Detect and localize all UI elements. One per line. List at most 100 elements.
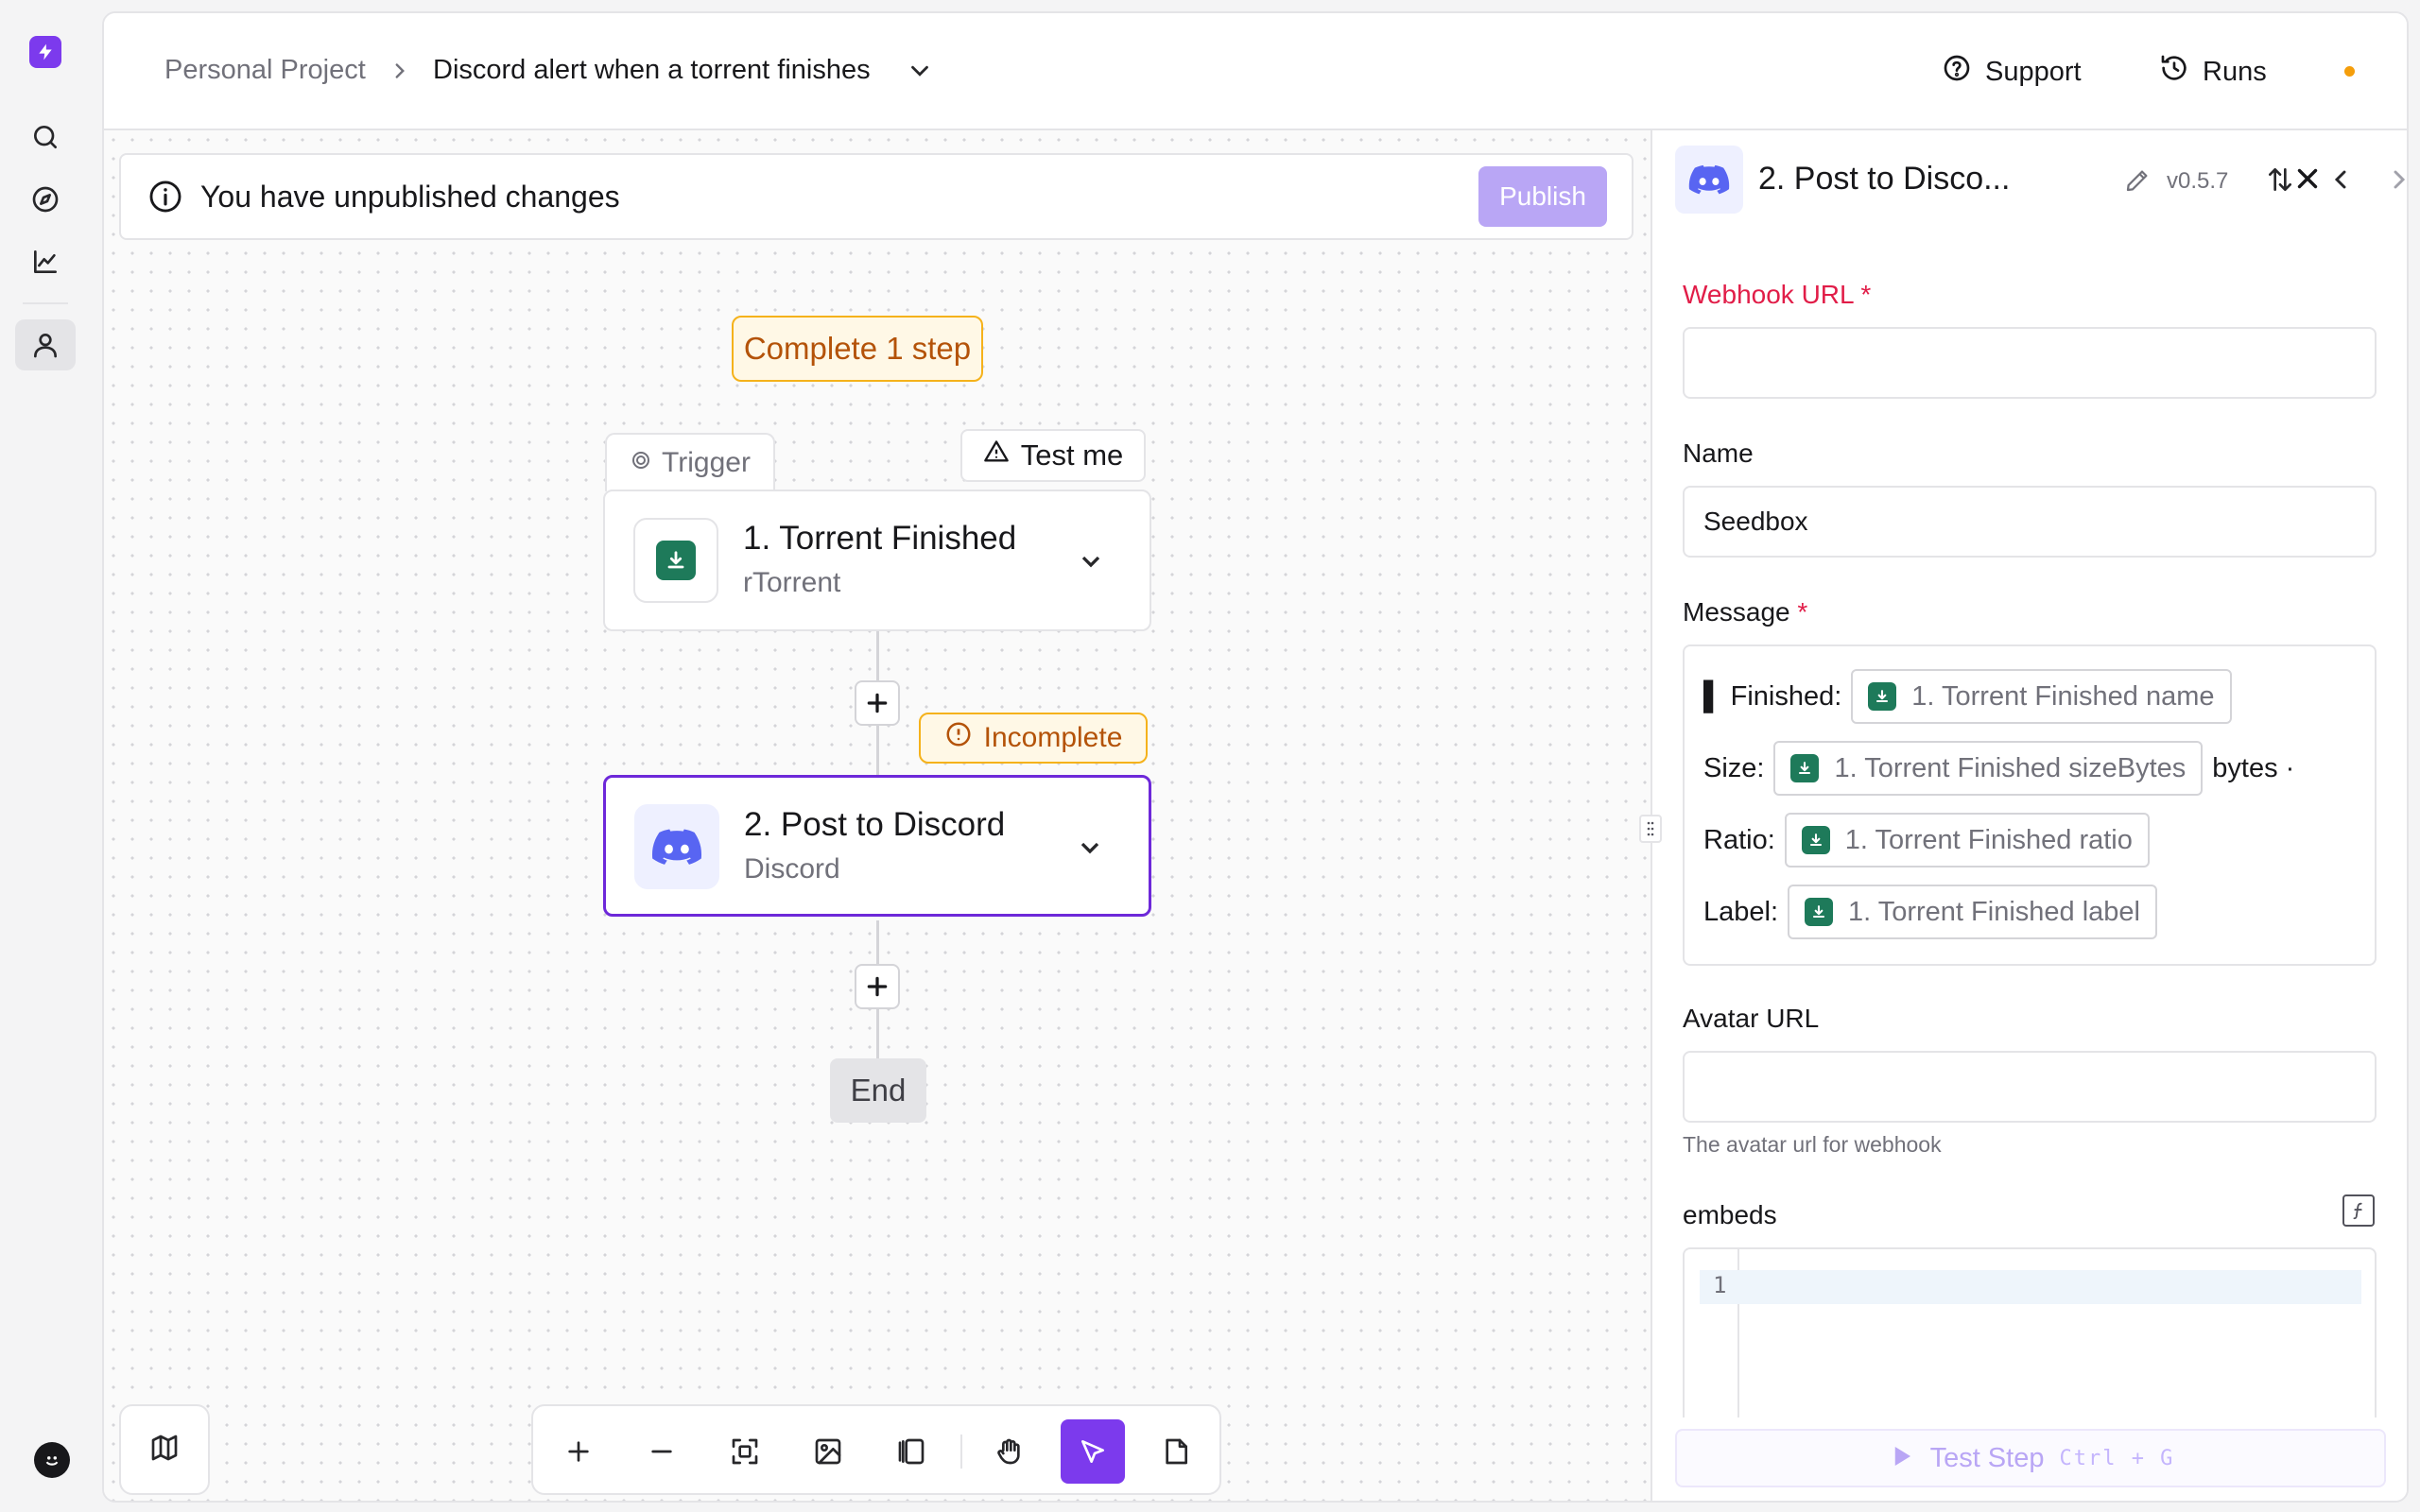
message-text: Size:: [1703, 752, 1765, 783]
compass-icon[interactable]: [15, 174, 76, 225]
add-step-button[interactable]: [855, 680, 900, 726]
required-mark: *: [1797, 597, 1808, 627]
search-icon[interactable]: [15, 112, 76, 163]
test-step-shortcut: Ctrl + G: [2059, 1446, 2175, 1470]
minimap-button[interactable]: [119, 1404, 210, 1495]
webhook-url-input[interactable]: [1683, 327, 2377, 399]
breadcrumb-separator-icon: [388, 57, 412, 90]
trigger-icon: [630, 447, 652, 479]
rtorrent-icon: [1790, 754, 1820, 782]
test-me-label: Test me: [1020, 438, 1124, 472]
chevron-down-icon[interactable]: [906, 57, 934, 90]
pencil-icon[interactable]: [2123, 166, 2152, 199]
message-line: ▌ Finished: 1. Torrent Finished name: [1703, 669, 2232, 724]
toolbar-divider: [960, 1435, 962, 1469]
test-me-button[interactable]: Test me: [960, 429, 1146, 482]
support-label: Support: [1985, 56, 2082, 87]
message-line: Ratio: 1. Torrent Finished ratio: [1703, 813, 2150, 868]
variable-chip-label: 1. Torrent Finished name: [1911, 680, 2215, 712]
chevron-down-icon[interactable]: [1075, 833, 1105, 863]
image-icon[interactable]: [796, 1419, 860, 1484]
panel-title: 2. Post to Disco...: [1758, 161, 2011, 197]
step-settings-panel: 2. Post to Disco... v0.5.7 Webhook URL *…: [1639, 130, 2407, 1501]
code-line-number: 1: [1713, 1272, 1727, 1298]
trigger-tab-label: Trigger: [662, 447, 751, 478]
code-active-line: [1700, 1270, 2361, 1304]
end-node: End: [830, 1058, 926, 1123]
required-mark: *: [1860, 280, 1872, 309]
avatar-url-input[interactable]: [1683, 1051, 2377, 1123]
info-icon: [147, 179, 183, 215]
chevron-down-icon[interactable]: [1076, 546, 1106, 576]
incomplete-badge[interactable]: Incomplete: [919, 713, 1148, 764]
fit-view-icon[interactable]: [713, 1419, 777, 1484]
variable-chip[interactable]: 1. Torrent Finished label: [1788, 885, 2157, 939]
panel-resize-handle[interactable]: [1639, 815, 1662, 843]
canvas-toolbar: [531, 1404, 1221, 1495]
pointer-icon[interactable]: [1061, 1419, 1125, 1484]
banner-text: You have unpublished changes: [200, 179, 620, 214]
step-title: 2. Post to Discord: [744, 806, 1006, 843]
breadcrumb-project[interactable]: Personal Project: [164, 55, 366, 86]
user-icon[interactable]: [15, 319, 76, 370]
panel-icon[interactable]: [879, 1419, 943, 1484]
incomplete-label: Incomplete: [983, 722, 1123, 753]
avatar-url-help: The avatar url for webhook: [1683, 1132, 1942, 1157]
variable-chip[interactable]: 1. Torrent Finished ratio: [1784, 813, 2150, 868]
builder-frame: Personal Project Discord alert when a to…: [102, 11, 2409, 1503]
version-label: v0.5.7: [2167, 168, 2229, 194]
trigger-tab: Trigger: [605, 433, 775, 491]
step-subtitle: rTorrent: [743, 567, 841, 598]
embeds-label: embeds: [1683, 1200, 1777, 1229]
close-panel-icon[interactable]: [2291, 163, 2324, 199]
variable-chip[interactable]: 1. Torrent Finished sizeBytes: [1773, 741, 2204, 796]
webhook-url-label-text: Webhook URL: [1683, 280, 1854, 309]
publish-button[interactable]: Publish: [1478, 166, 1607, 227]
rtorrent-icon: [1801, 826, 1830, 854]
embeds-code-editor[interactable]: 1: [1683, 1247, 2377, 1418]
runs-button[interactable]: Runs: [2159, 45, 2267, 98]
play-icon: [1887, 1442, 1915, 1475]
step-subtitle: Discord: [744, 853, 840, 885]
rtorrent-icon: [633, 518, 718, 603]
chart-icon[interactable]: [15, 236, 76, 287]
avatar-icon[interactable]: [34, 1442, 70, 1478]
chevron-right-icon[interactable]: [2384, 164, 2407, 199]
history-icon: [2159, 53, 2189, 91]
alert-circle-icon: [944, 720, 973, 756]
variable-chip-label: 1. Torrent Finished label: [1848, 896, 2140, 927]
test-step-label: Test Step: [1929, 1442, 2045, 1473]
message-editor[interactable]: ▌ Finished: 1. Torrent Finished name Siz…: [1683, 644, 2377, 966]
message-line: Size: 1. Torrent Finished sizeBytes byte…: [1703, 741, 2294, 796]
step-title: 1. Torrent Finished: [743, 520, 1017, 557]
message-line: Label: 1. Torrent Finished label: [1703, 885, 2157, 939]
step-node-torrent-finished[interactable]: 1. Torrent Finished rTorrent: [603, 490, 1151, 631]
step-node-post-to-discord[interactable]: 2. Post to Discord Discord: [603, 775, 1151, 917]
rail-divider: [23, 302, 68, 304]
add-step-button[interactable]: [855, 964, 900, 1009]
function-toggle-icon[interactable]: [2342, 1194, 2375, 1227]
note-icon[interactable]: [1144, 1419, 1208, 1484]
message-text: Label:: [1703, 896, 1779, 927]
discord-icon: [1675, 146, 1743, 214]
avatar-url-label: Avatar URL: [1683, 1004, 1820, 1033]
variable-chip[interactable]: 1. Torrent Finished name: [1851, 669, 2232, 724]
variable-chip-label: 1. Torrent Finished sizeBytes: [1834, 752, 2187, 783]
logo-icon[interactable]: [29, 36, 61, 68]
warning-triangle-icon: [983, 438, 1010, 472]
test-step-button[interactable]: Test Step Ctrl + G: [1675, 1429, 2386, 1487]
message-text: ▌ Finished:: [1703, 680, 1842, 712]
message-label: Message *: [1683, 597, 1807, 627]
message-text: bytes ·: [2212, 752, 2295, 783]
status-dot: [2344, 66, 2355, 77]
name-input[interactable]: Seedbox: [1683, 486, 2377, 558]
top-bar: Personal Project Discord alert when a to…: [104, 13, 2407, 130]
support-button[interactable]: Support: [1942, 45, 2082, 98]
zoom-out-icon[interactable]: [630, 1419, 694, 1484]
chevron-left-icon[interactable]: [2325, 164, 2356, 199]
complete-step-badge[interactable]: Complete 1 step: [732, 316, 983, 382]
zoom-in-icon[interactable]: [546, 1419, 611, 1484]
flow-name[interactable]: Discord alert when a torrent finishes: [433, 55, 871, 86]
hand-icon[interactable]: [977, 1419, 1042, 1484]
flow-canvas[interactable]: You have unpublished changes Publish Com…: [104, 130, 1651, 1501]
